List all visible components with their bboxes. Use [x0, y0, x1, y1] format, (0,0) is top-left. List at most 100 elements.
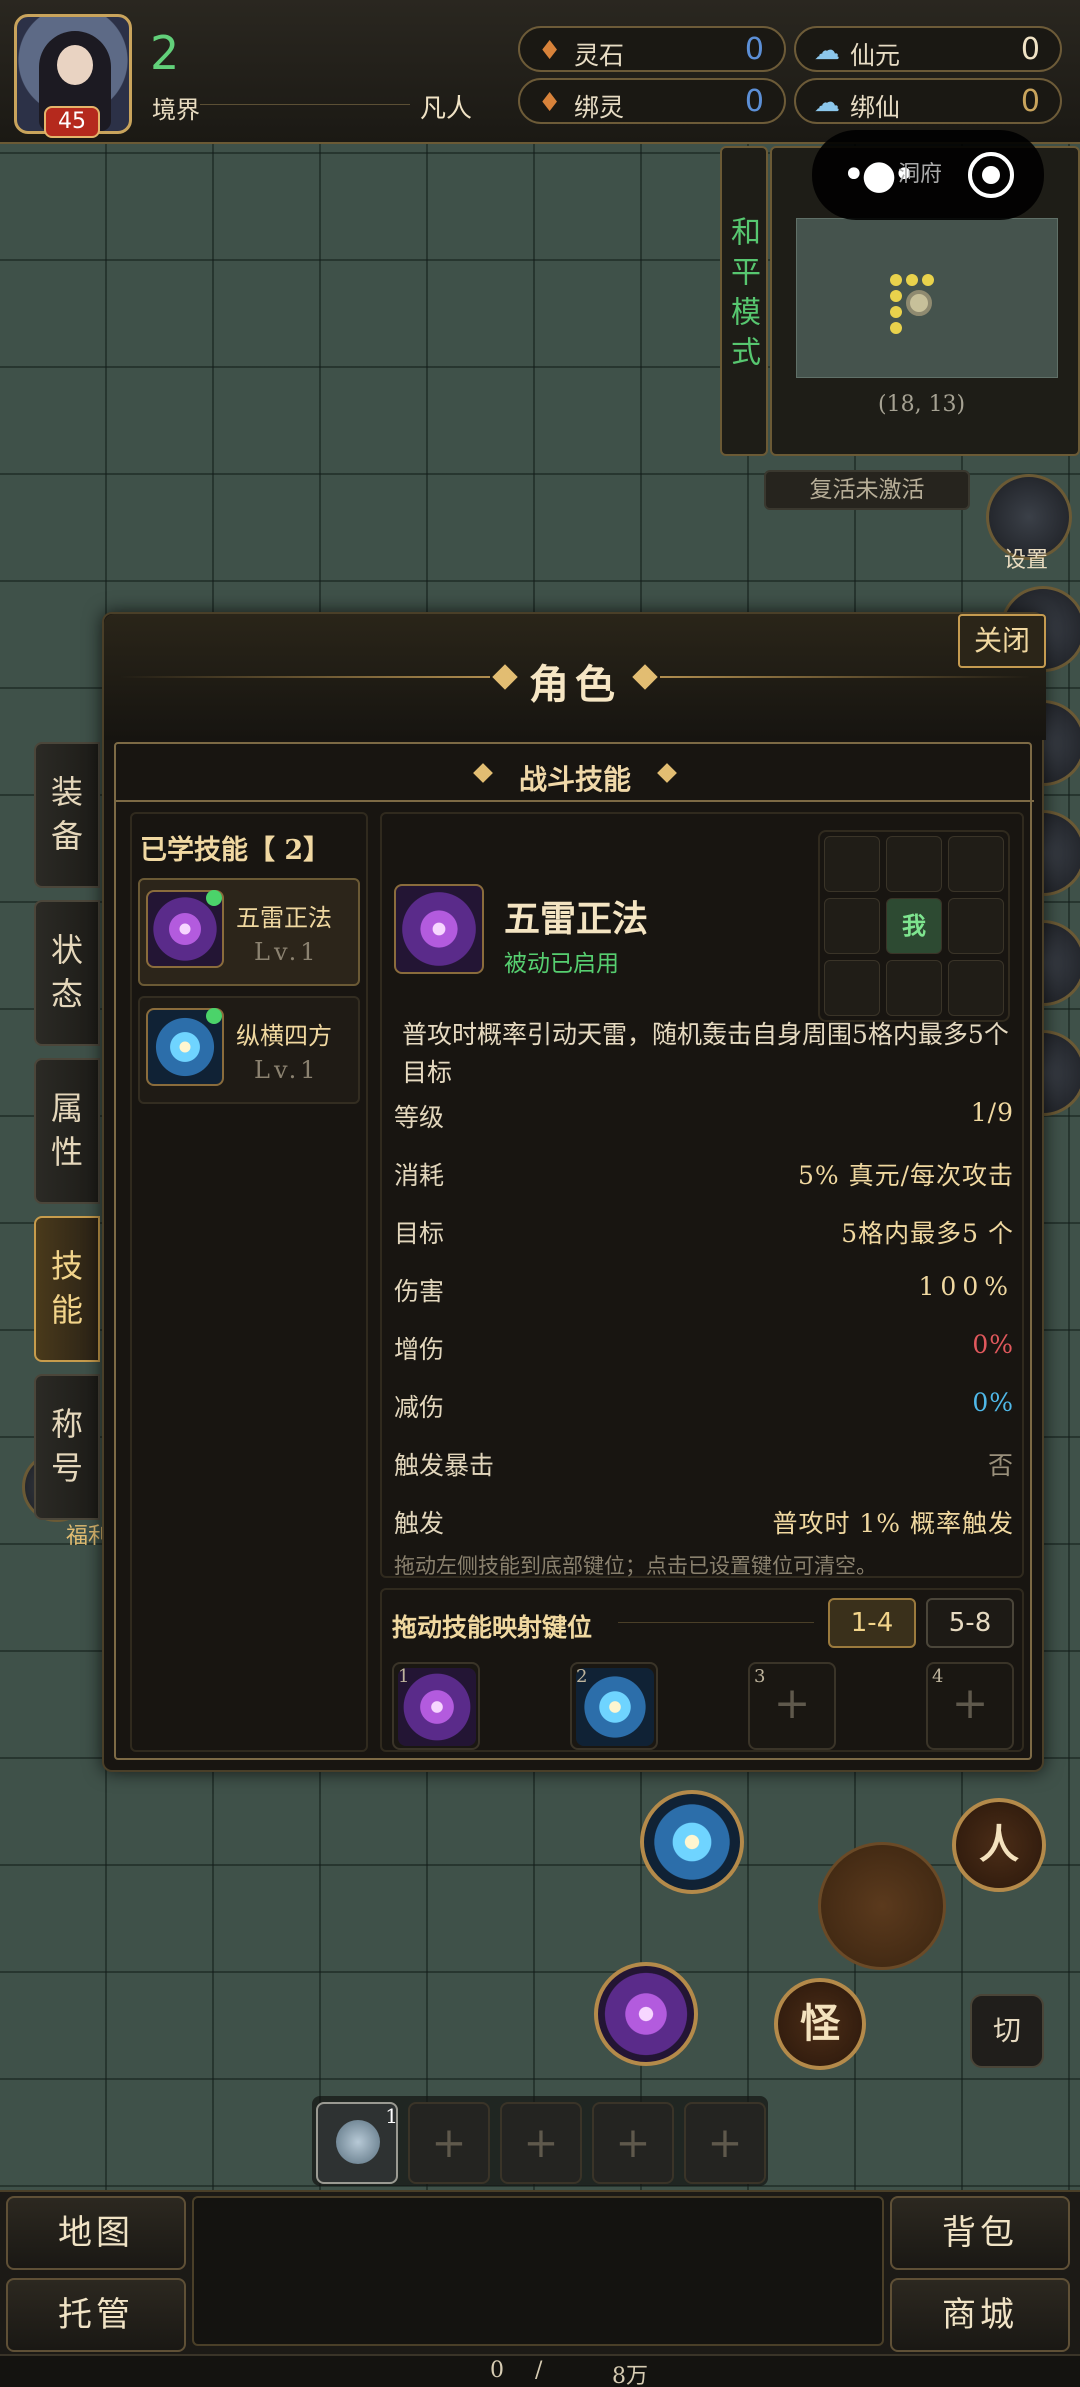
- resource-value: 0: [1020, 84, 1040, 119]
- immortal-essence-icon: ☁: [814, 36, 840, 66]
- shop-button[interactable]: 商城: [890, 2278, 1070, 2352]
- keybind-slot-1[interactable]: 1: [392, 1662, 480, 1750]
- quick-slot-5[interactable]: +: [684, 2102, 766, 2184]
- stat-row-damage-bonus: 增伤 0%: [394, 1326, 1014, 1366]
- range-cell: [948, 960, 1004, 1016]
- add-icon: +: [951, 1678, 989, 1729]
- thunder-skill-icon: [394, 884, 484, 974]
- minimap-marker: [890, 322, 902, 334]
- range-cell: [948, 836, 1004, 892]
- skill-detail: 五雷正法 被动已启用 我 普攻时概率引动天雷，随机轰击自身周围5格内最多5个目标…: [380, 812, 1024, 1578]
- close-miniprogram-icon[interactable]: [968, 152, 1014, 198]
- realm-value: 凡人: [420, 94, 473, 124]
- compass-skill-button[interactable]: [640, 1790, 744, 1894]
- tab-equipment[interactable]: 装备: [34, 742, 100, 888]
- add-icon: +: [615, 2118, 651, 2167]
- add-icon: +: [523, 2118, 559, 2167]
- quick-slot-2[interactable]: +: [408, 2102, 490, 2184]
- map-button[interactable]: 地图: [6, 2196, 186, 2270]
- learned-skills-list: 已学技能【 2】 五雷正法 Lv.1 纵横四方 Lv.1: [130, 812, 368, 1752]
- stat-row-trigger: 触发 普攻时 1% 概率触发: [394, 1500, 1014, 1540]
- exp-max: 8万: [612, 2364, 648, 2387]
- minimap-title: 洞府: [898, 162, 943, 187]
- stat-key: 触发暴击: [394, 1451, 495, 1480]
- skill-name: 纵横四方: [236, 1022, 332, 1050]
- stat-value: 普攻时 1% 概率触发: [772, 1509, 1014, 1538]
- tab-attributes[interactable]: 属性: [34, 1058, 100, 1204]
- target-monster-button[interactable]: 怪: [774, 1978, 866, 2070]
- peace-mode-toggle[interactable]: 和平模式: [720, 146, 768, 456]
- resource-bangling[interactable]: ♦ 绑灵 0: [518, 78, 786, 124]
- stat-value: 100%: [918, 1272, 1014, 1301]
- stat-key: 消耗: [394, 1161, 445, 1190]
- resource-lingshi[interactable]: ♦ 灵石 0: [518, 26, 786, 72]
- keybind-title: 拖动技能映射键位: [392, 1613, 593, 1642]
- quick-slot-1[interactable]: 1: [316, 2102, 398, 2184]
- stat-row-target: 目标 5格内最多5 个: [394, 1210, 1014, 1250]
- bag-button[interactable]: 背包: [890, 2196, 1070, 2270]
- keybind-section: 拖动技能映射键位 1-4 5-8 1 2 3 + 4 +: [380, 1588, 1024, 1752]
- player-position-marker: [906, 290, 932, 316]
- learned-skills-title: 已学技能【 2】: [140, 835, 331, 866]
- attack-button[interactable]: [818, 1842, 946, 1970]
- spirit-stone-icon: ♦: [538, 36, 562, 66]
- quick-slot-4[interactable]: +: [592, 2102, 674, 2184]
- skill-item-wulei[interactable]: 五雷正法 Lv.1: [138, 878, 360, 986]
- minimap-marker: [890, 306, 902, 318]
- range-cell-self: 我: [886, 898, 942, 954]
- keybind-slot-4[interactable]: 4 +: [926, 1662, 1014, 1750]
- avatar-face: [57, 45, 93, 85]
- switch-target-button[interactable]: 切: [970, 1994, 1044, 2068]
- close-button[interactable]: 关闭: [958, 614, 1046, 668]
- keybind-tab-1-4[interactable]: 1-4: [828, 1598, 916, 1648]
- resource-label: 仙元: [850, 41, 901, 70]
- skill-range-grid: 我: [818, 830, 1010, 1022]
- skill-level: Lv.1: [254, 938, 320, 966]
- stat-row-cost: 消耗 5% 真元/每次攻击: [394, 1152, 1014, 1192]
- skill-level: Lv.1: [254, 1056, 320, 1084]
- resource-label: 绑灵: [574, 93, 625, 122]
- stat-value: 1/9: [970, 1098, 1014, 1127]
- add-icon: +: [707, 2118, 743, 2167]
- keybind-hint: 拖动左侧技能到底部键位；点击已设置键位可清空。: [394, 1554, 877, 1578]
- mini-program-capsule[interactable]: •●• 洞府: [812, 130, 1044, 220]
- skill-item-zongheng[interactable]: 纵横四方 Lv.1: [138, 996, 360, 1104]
- range-cell: [948, 898, 1004, 954]
- keybind-tab-5-8[interactable]: 5-8: [926, 1598, 1014, 1648]
- quick-slot-3[interactable]: +: [500, 2102, 582, 2184]
- tab-title[interactable]: 称号: [34, 1374, 100, 1520]
- resource-value: 0: [744, 84, 764, 119]
- keybind-divider: [618, 1622, 814, 1623]
- stat-value: 5% 真元/每次攻击: [797, 1161, 1014, 1190]
- stat-row-crit: 触发暴击 否: [394, 1442, 1014, 1482]
- stat-row-damage: 伤害 100%: [394, 1268, 1014, 1308]
- skill-detail-name: 五雷正法: [504, 898, 649, 940]
- revive-status: 复活未激活: [764, 470, 970, 510]
- keybind-slot-2[interactable]: 2: [570, 1662, 658, 1750]
- minimap-marker: [906, 274, 918, 286]
- add-icon: +: [431, 2118, 467, 2167]
- exp-current: 0: [490, 2358, 504, 2383]
- tab-status[interactable]: 状态: [34, 900, 100, 1046]
- range-cell: [886, 836, 942, 892]
- stat-row-damage-reduction: 减伤 0%: [394, 1384, 1014, 1424]
- tab-skills[interactable]: 技能: [34, 1216, 100, 1362]
- stat-key: 目标: [394, 1219, 445, 1248]
- slot-number: 1: [398, 1666, 410, 1687]
- range-cell: [824, 836, 880, 892]
- target-player-button[interactable]: 人: [952, 1798, 1046, 1892]
- auto-button[interactable]: 托管: [6, 2278, 186, 2352]
- stat-row-level: 等级 1/9: [394, 1094, 1014, 1134]
- thunder-skill-button[interactable]: [594, 1962, 698, 2066]
- keybind-slot-3[interactable]: 3 +: [748, 1662, 836, 1750]
- skill-detail-status: 被动已启用: [504, 951, 619, 977]
- stat-key: 增伤: [394, 1335, 445, 1364]
- resource-bangxian[interactable]: ☁ 绑仙 0: [794, 78, 1062, 124]
- resource-label: 绑仙: [850, 93, 901, 122]
- chat-panel[interactable]: [192, 2196, 884, 2346]
- resource-xianyuan[interactable]: ☁ 仙元 0: [794, 26, 1062, 72]
- player-number: 2: [150, 26, 180, 80]
- bound-spirit-stone-icon: ♦: [538, 88, 562, 118]
- bound-immortal-icon: ☁: [814, 88, 840, 118]
- compass-skill-icon: [576, 1668, 654, 1746]
